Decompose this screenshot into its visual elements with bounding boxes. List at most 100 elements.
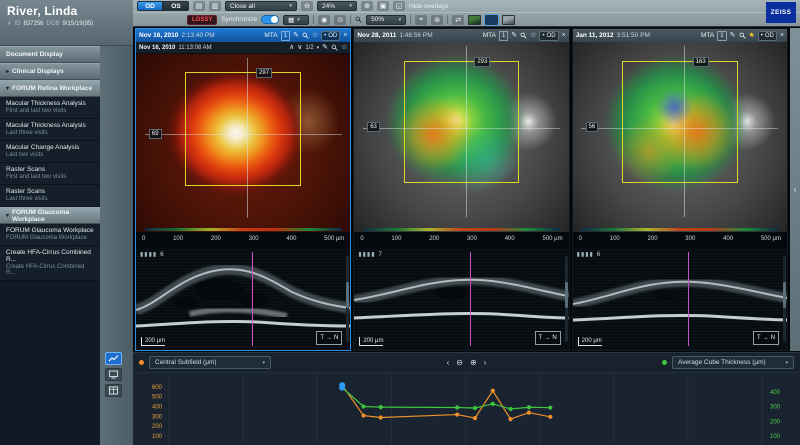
scan-count-chip[interactable]: 1 [280,30,290,41]
sidebar-item-hfa-cirrus-combined[interactable]: Create HFA-Cirrus Combined R... Create H… [0,246,100,281]
magnifier-icon[interactable] [302,32,309,39]
os-button[interactable]: OS [163,1,189,11]
close-panel-icon[interactable]: × [780,32,784,39]
fundus-thickness-map-3[interactable]: 163 56 [572,42,787,232]
sidebar-section-clinical-displays[interactable]: ▸ Clinical Displays [0,63,100,80]
slice-number: 6 [596,251,602,258]
annotate-icon[interactable]: ✎ [730,32,736,39]
fundus-overlay-thumbnail[interactable] [468,14,482,25]
fullscreen-icon[interactable]: ◱ [393,1,405,11]
sidebar-section-glaucoma-workplace[interactable]: ▾ FORUM Glaucoma Workplace [0,207,100,224]
scan-count-chip[interactable]: 1 [498,30,509,41]
fundus-thickness-map-2[interactable]: 293 63 [354,42,569,232]
close-panel-icon[interactable]: × [343,32,347,39]
table-view-button[interactable] [105,384,122,397]
orientation-indicator: T → N [534,331,561,345]
zoom-in-icon[interactable]: ⊕ [361,1,373,11]
exam-panel-2-header[interactable]: Nov 28, 2011 1:48:56 PM MTA 1 ✎ ☆ • OD × [354,29,569,42]
sidebar-item-mta-first-last[interactable]: Macular Thickness Analysis First and las… [0,97,100,119]
oct-bscan-2[interactable]: ▮▮▮▮ 7 200 μm T → N [354,248,569,350]
bullet-icon: • [542,32,545,39]
bscan-scrollbar[interactable] [782,256,786,342]
oct-bscan-3[interactable]: ▮▮▮▮ 6 200 μm T → N [572,248,787,350]
synchronize-label: Synchronize [221,16,258,23]
compare-icon[interactable]: ⇄ [452,14,465,25]
chevron-down-icon: ▾ [316,44,320,51]
chart-zoom-in-icon[interactable]: ⊕ [470,358,477,367]
scrubber-icon: ▮▮▮▮ [576,252,594,258]
scan-zoom-dropdown[interactable]: 50% ▾ [366,14,407,25]
monitor-icon [109,370,118,379]
page-indicator[interactable]: 1/2 [305,45,313,51]
left-series-dropdown[interactable]: Central Subfield (μm) ▾ [149,356,271,369]
exam-panel-1-header[interactable]: Nov 16, 2010 2:13:40 PM MTA 1 ✎ ☆ • OD × [136,29,351,42]
bscan-scrollbar[interactable] [346,256,350,342]
print-icon[interactable]: ▤ [193,1,205,11]
measure-tool-icon[interactable]: ⊚ [431,14,444,25]
svg-text:400: 400 [152,405,163,411]
window-level-icon[interactable]: ⊙ [334,14,347,25]
slice-number: 7 [378,251,383,258]
star-icon[interactable]: ☆ [341,44,347,51]
sidebar-item-document-display[interactable]: Document Display [0,46,100,63]
oct-bscan-1[interactable]: ▮▮▮▮ 6 200 μm T → N [136,248,351,350]
star-filled-icon[interactable]: ★ [749,32,755,39]
sidebar-item-raster-first-last[interactable]: Raster Scans First and last two visits [0,163,100,185]
scale-bar: 200 μm [141,337,166,346]
table-icon [109,386,118,395]
export-icon[interactable]: ▥ [209,1,221,11]
magnifier-icon[interactable] [331,44,338,51]
od-button[interactable]: OD [137,1,163,11]
fit-view-icon[interactable]: ▣ [377,1,389,11]
sidebar-item-macular-change[interactable]: Macular Change Analysis Last two visits [0,141,100,163]
chevron-down-icon: ▾ [349,3,352,9]
thickness-color-scale [144,228,342,231]
right-series-dropdown[interactable]: Average Cube Thickness (μm) ▾ [672,356,794,369]
annotate-icon[interactable]: ✎ [511,32,517,39]
collapse-right-panel-strip[interactable]: ‹ [789,28,800,351]
layout-grid-dropdown[interactable]: ▦ ▾ [283,14,310,25]
magnifier-icon[interactable] [520,32,527,39]
crosshair-tool-icon[interactable]: ⌖ [415,14,428,25]
oct-fundus-thumbnail[interactable] [502,14,516,25]
slice-scrubber[interactable]: ▮▮▮▮ 6 [576,251,602,259]
scan-count-chip[interactable]: 1 [717,30,727,41]
sidebar-item-glaucoma-workplace[interactable]: FORUM Glaucoma Workplace FORUM Glaucoma … [0,224,100,246]
star-icon[interactable]: ☆ [312,32,318,39]
sidebar-section-retina-workplace[interactable]: ▾ FORUM Retina Workplace [0,80,100,97]
prev-scan-icon[interactable]: ∧ [289,44,294,51]
thickness-overlay-thumbnail[interactable] [484,13,500,26]
chart-zoom-out-icon[interactable]: ⊖ [456,358,463,367]
sidebar-item-raster-last-three[interactable]: Raster Scans Last three visits [0,185,100,207]
annotate-icon[interactable]: ✎ [293,32,299,39]
annotate-icon[interactable]: ✎ [322,44,328,51]
svg-text:300: 300 [770,405,781,411]
slice-scrubber[interactable]: ▮▮▮▮ 6 [140,251,165,259]
bscan-scrollbar[interactable] [564,256,568,342]
close-all-dropdown[interactable]: Close all ▾ [225,1,297,11]
chart-prev-icon[interactable]: ‹ [447,358,450,367]
hide-overlays-button[interactable]: Hide overlays [409,3,448,10]
trend-chart-view-button[interactable] [105,352,122,365]
slice-scrubber[interactable]: ▮▮▮▮ 7 [358,251,383,259]
report-view-button[interactable] [105,368,122,381]
exam-panel-3-header[interactable]: Jan 11, 2012 3:51:50 PM MTA 1 ✎ ★ • OD × [572,29,787,42]
patient-id-label: ID [14,21,21,27]
magnifier-icon[interactable] [739,32,746,39]
chart-next-icon[interactable]: › [484,358,487,367]
star-icon[interactable]: ☆ [530,32,536,39]
pan-tool-icon[interactable]: ◉ [318,14,331,25]
fundus-thickness-map-1[interactable]: 297 69 [136,54,351,232]
top-toolbar: OD OS ▤ ▥ Close all ▾ ⊖ 24% ▾ ⊕ ▣ ◱ Hide… [133,0,800,27]
orientation-indicator: T → N [316,331,343,345]
trend-chart-header: Central Subfield (μm) ▾ ‹ ⊖ ⊕ › Average … [133,353,800,373]
thickness-color-scale [581,228,779,231]
synchronize-toggle[interactable] [261,15,280,24]
close-panel-icon[interactable]: × [562,32,566,39]
trend-chart-plot[interactable]: 600 500 400 300 200 100 400 300 200 100 [133,373,800,445]
chevron-down-icon: ▾ [297,16,300,23]
zoom-level-dropdown[interactable]: 24% ▾ [317,1,357,11]
sidebar-item-mta-last-three[interactable]: Macular Thickness Analysis Last three vi… [0,119,100,141]
zoom-out-icon[interactable]: ⊖ [301,1,313,11]
next-scan-icon[interactable]: ∨ [297,44,302,51]
